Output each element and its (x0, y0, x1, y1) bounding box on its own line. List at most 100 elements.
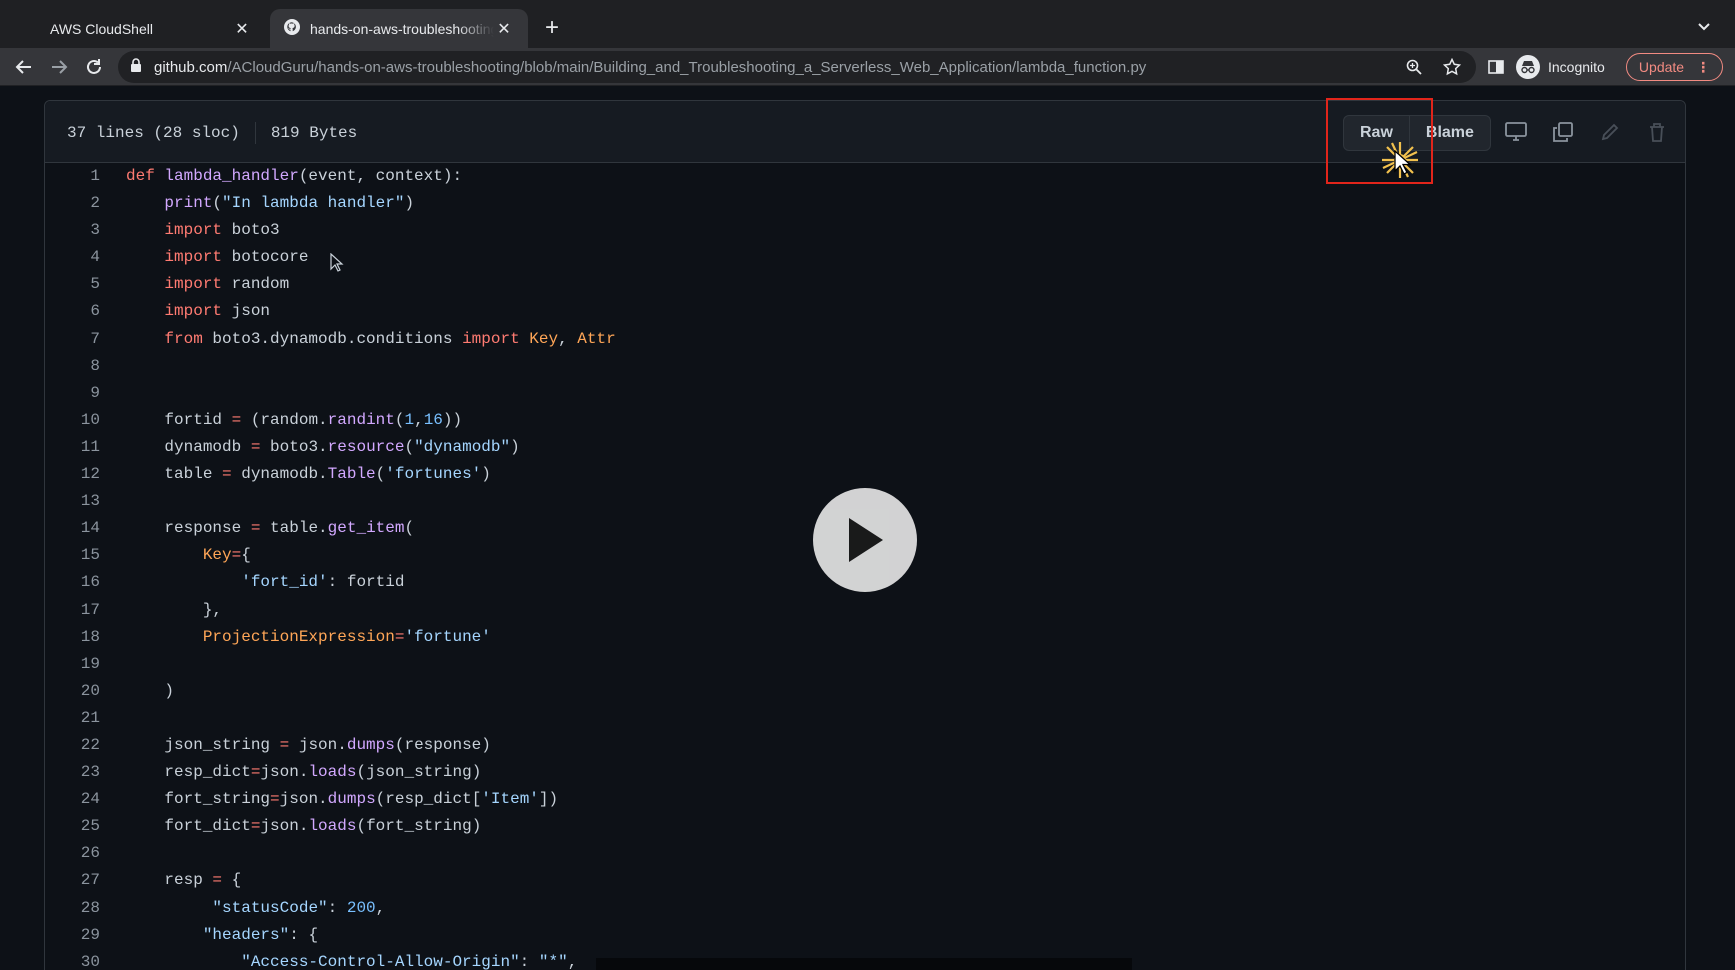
code-token: { (241, 546, 251, 565)
line-number[interactable]: 7 (44, 326, 100, 353)
code-token: = (250, 817, 261, 836)
code-line: 3 import boto3 (44, 217, 1686, 244)
line-number[interactable]: 8 (44, 353, 100, 380)
line-number[interactable]: 2 (44, 190, 100, 217)
line-number[interactable]: 29 (44, 922, 100, 949)
line-number[interactable]: 4 (44, 244, 100, 271)
code-line: 12 table = dynamodb.Table('fortunes') (44, 461, 1686, 488)
back-arrow-icon[interactable] (10, 53, 38, 81)
chevron-down-icon[interactable] (1692, 14, 1716, 38)
code-token: (response) (394, 735, 491, 754)
tab-aws-cloudshell[interactable]: AWS CloudShell ✕ (10, 9, 266, 48)
line-number[interactable]: 16 (44, 569, 100, 596)
address-bar[interactable]: github.com/ACloudGuru/hands-on-aws-troub… (118, 51, 1476, 83)
tab-github-troubleshooting[interactable]: hands-on-aws-troubleshooting ✕ (270, 9, 528, 48)
line-number[interactable]: 11 (44, 434, 100, 461)
line-number[interactable]: 9 (44, 380, 100, 407)
code-token: randint (327, 410, 395, 429)
code-line: 10 fortid = (random.randint(1,16)) (44, 407, 1686, 434)
pencil-icon[interactable] (1595, 117, 1625, 147)
code-token: ( (375, 465, 386, 484)
code-token: json (222, 302, 271, 321)
code-token: ( (404, 437, 415, 456)
side-panel-icon[interactable] (1482, 53, 1510, 81)
close-icon[interactable]: ✕ (494, 19, 514, 39)
code-token: = (270, 790, 280, 809)
code-token: : (327, 898, 347, 917)
code-token: response (126, 519, 251, 538)
code-token: dynamodb (126, 437, 251, 456)
code-token: ) (404, 194, 415, 213)
code-line: 29 "headers": { (44, 922, 1686, 949)
code-token: , (558, 329, 578, 348)
line-content: fortid = (random.randint(1,16)) (100, 407, 462, 434)
line-number[interactable]: 6 (44, 298, 100, 325)
line-content: import boto3 (100, 217, 279, 244)
line-number[interactable]: 15 (44, 542, 100, 569)
line-number[interactable]: 26 (44, 840, 100, 867)
line-number[interactable]: 18 (44, 624, 100, 651)
line-number[interactable]: 21 (44, 705, 100, 732)
line-number[interactable]: 20 (44, 678, 100, 705)
url-path: /ACloudGuru/hands-on-aws-troubleshooting… (227, 58, 1147, 76)
code-token: boto3.dynamodb.conditions (202, 329, 463, 348)
code-token: = (250, 519, 261, 538)
incognito-profile[interactable]: Incognito (1516, 54, 1605, 80)
close-icon[interactable]: ✕ (232, 19, 252, 39)
desktop-icon[interactable] (1501, 117, 1531, 147)
code-line: 22 json_string = json.dumps(response) (44, 732, 1686, 759)
code-token: Attr (577, 329, 616, 348)
file-header: 37 lines (28 sloc) 819 Bytes Raw Blame (45, 101, 1685, 163)
line-number[interactable]: 10 (44, 407, 100, 434)
zoom-icon[interactable] (1402, 55, 1426, 79)
reload-icon[interactable] (80, 53, 108, 81)
code-token: 'fort_id' (241, 573, 328, 592)
code-token: from (164, 329, 203, 348)
line-number[interactable]: 17 (44, 597, 100, 624)
line-number[interactable]: 27 (44, 867, 100, 894)
code-line: 27 resp = { (44, 867, 1686, 894)
code-token: import (164, 302, 223, 321)
kebab-icon[interactable]: ⋮ (1696, 59, 1710, 76)
code-token: = (222, 465, 232, 484)
lock-icon[interactable] (130, 57, 142, 77)
line-number[interactable]: 25 (44, 813, 100, 840)
code-line: 7 from boto3.dynamodb.conditions import … (44, 326, 1686, 353)
line-number[interactable]: 28 (44, 895, 100, 922)
line-number[interactable]: 24 (44, 786, 100, 813)
code-token: (event, context): (298, 167, 463, 185)
play-button[interactable] (813, 488, 917, 592)
line-content (100, 651, 126, 678)
code-token: }, (126, 600, 223, 619)
code-token: , (567, 952, 578, 970)
copy-icon[interactable] (1548, 117, 1578, 147)
code-token: { (222, 871, 242, 890)
code-line: 4 import botocore (44, 244, 1686, 271)
code-token: Table (327, 465, 376, 484)
forward-arrow-icon[interactable] (45, 53, 73, 81)
code-token: )) (442, 410, 463, 429)
code-token: dumps (327, 790, 376, 809)
line-content: "headers": { (100, 922, 318, 949)
line-number[interactable]: 22 (44, 732, 100, 759)
line-content: import botocore (100, 244, 308, 271)
line-number[interactable]: 5 (44, 271, 100, 298)
play-icon (849, 518, 883, 562)
line-number[interactable]: 12 (44, 461, 100, 488)
line-number[interactable]: 30 (44, 949, 100, 970)
plus-icon[interactable]: + (538, 14, 566, 42)
line-number[interactable]: 19 (44, 651, 100, 678)
line-number[interactable]: 3 (44, 217, 100, 244)
code-token: json. (289, 735, 347, 754)
code-token: ( (404, 519, 415, 538)
line-number[interactable]: 23 (44, 759, 100, 786)
line-number[interactable]: 1 (44, 163, 100, 190)
line-content: "Access-Control-Allow-Origin": "*", (100, 949, 577, 970)
update-button[interactable]: Update ⋮ (1626, 53, 1723, 81)
line-number[interactable]: 14 (44, 515, 100, 542)
star-icon[interactable] (1440, 55, 1464, 79)
trash-icon[interactable] (1642, 117, 1672, 147)
line-number[interactable]: 13 (44, 488, 100, 515)
code-token: botocore (222, 248, 309, 267)
